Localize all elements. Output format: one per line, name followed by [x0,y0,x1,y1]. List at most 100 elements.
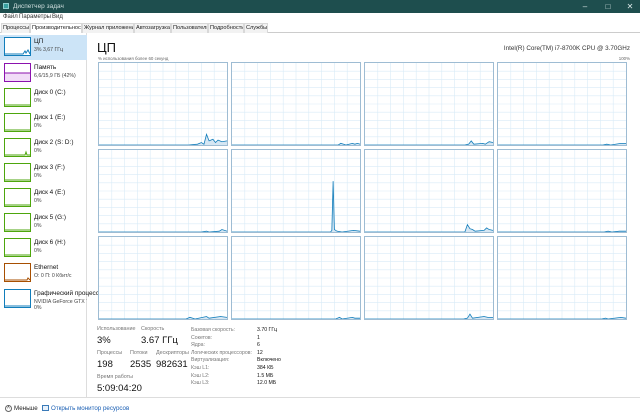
logical-processor-graph [98,236,228,320]
sidebar-item-value: 0% [34,198,42,204]
menu-file[interactable]: Файл [3,14,18,20]
logical-processor-graph [497,149,627,233]
minimize-icon[interactable]: – [579,1,591,12]
cpu-model: Intel(R) Core(TM) i7-8700K CPU @ 3.70GHz [503,45,630,52]
handles-label: Дескрипторы [156,350,189,356]
cpu-stats: Использование 3% Скорость 3.67 ГГц Проце… [97,326,637,396]
logical-processor-graph [497,62,627,146]
threads-label: Потоки [130,350,148,356]
graph-caption: % использования более 60 секунд [98,56,169,61]
spec-label: Базовая скорость: [191,327,235,333]
window-title: Диспетчер задач [13,3,64,10]
spec-value: Включено [257,357,281,364]
sidebar-item-value: 0% [34,223,42,229]
graph-max-label: 100% [618,56,630,61]
logical-processor-graph [231,62,361,146]
cpu-panel: ЦП Intel(R) Core(TM) i7-8700K CPU @ 3.70… [88,33,640,397]
task-manager-window: Диспетчер задач – □ ✕ Файл Параметры Вид… [0,0,640,418]
close-icon[interactable]: ✕ [624,1,636,12]
sidebar-item-value: 0% [34,148,42,154]
monitor-icon [42,405,49,412]
maximize-icon[interactable]: □ [602,1,614,12]
tab-app-history[interactable]: Журнал приложений [82,23,134,33]
sidebar-item-label: Диск 0 (C:) [34,89,66,96]
sidebar-item-value: 6,6/15,9 ГБ (42%) [34,73,76,79]
spec-label: Кэш L2: [191,372,210,379]
spec-value: 1 [257,334,260,341]
logical-processor-graph [364,149,494,233]
sidebar-item-label: Диск 6 (H:) [34,239,66,246]
disk-graph-icon [4,138,31,157]
tab-processes[interactable]: Процессы [1,23,30,33]
sidebar-item-value: 3% 3,67 ГГц [34,47,64,53]
spec-value: 1.5 МБ [257,372,274,379]
sidebar-item[interactable]: Диск 4 (E:) 0% [0,186,87,211]
logical-processor-graph [231,149,361,233]
tab-details[interactable]: Подробности [208,23,244,33]
spec-label: Кэш L3: [191,380,210,387]
logical-processor-graph [98,149,228,233]
logical-processor-graph [364,62,494,146]
processes-label: Процессы [97,350,123,356]
fewer-details-label: Меньше [14,405,38,413]
sidebar-item-label: Диск 5 (G:) [34,214,66,221]
disk-graph-icon [4,213,31,232]
spec-label: Ядра: [191,342,205,349]
uptime-label: Время работы [97,374,134,380]
disk-graph-icon [4,113,31,132]
sidebar-item-value: 0% [34,173,42,179]
sidebar-item-label: Диск 4 (E:) [34,189,66,196]
sidebar-item-label: Ethernet [34,264,59,271]
sidebar-item-label: ЦП [34,38,44,45]
sidebar-item[interactable]: Диск 5 (G:) 0% [0,211,87,236]
cpu-graph-icon [4,37,31,56]
sidebar-item-label: Диск 2 (S: D:) [34,139,74,146]
sidebar-item[interactable]: Ethernet О: 0 П: 0 Кбит/с [0,261,87,286]
sidebar-item[interactable]: Графический процессор NVIDIA GeForce GTX … [0,287,106,312]
spec-label: Кэш L1: [191,365,210,371]
sidebar-item[interactable]: Память 6,6/15,9 ГБ (42%) [0,61,87,86]
utilization-value: 3% [97,335,111,346]
uptime-value: 5:09:04:20 [97,383,142,394]
spec-label: Виртуализация: [191,357,230,364]
spec-value: 12 [257,349,263,356]
logical-processor-graph [231,236,361,320]
resource-monitor-label: Открыть монитор ресурсов [51,405,130,412]
logical-processor-graph [98,62,228,146]
spec-value: 12.0 МБ [257,380,277,387]
sidebar-item[interactable]: Диск 3 (F:) 0% [0,161,87,186]
sidebar-item-label: Диск 1 (E:) [34,114,66,121]
gpu-graph-icon [4,289,31,308]
logical-processor-graphs[interactable] [98,62,628,325]
chevron-up-icon: ˄ [5,405,12,412]
sidebar-item-value: О: 0 П: 0 Кбит/с [34,273,72,279]
disk-graph-icon [4,163,31,182]
sidebar-item-value: 0% [34,98,42,104]
sidebar-item[interactable]: ЦП 3% 3,67 ГГц [0,35,87,60]
handles-value: 982631 [156,359,188,370]
tab-startup[interactable]: Автозагрузка [134,23,171,33]
fewer-details-button[interactable]: ˄ Меньше [5,405,38,412]
sidebar-item-value-2: 0% [34,305,42,311]
sidebar-item-label: Память [34,64,57,71]
page-title: ЦП [97,40,116,55]
tab-users[interactable]: Пользователи [171,23,208,33]
sidebar-item[interactable]: Диск 0 (C:) 0% [0,86,87,111]
disk-graph-icon [4,238,31,257]
open-resource-monitor-link[interactable]: Открыть монитор ресурсов [42,405,129,412]
logical-processor-graph [364,236,494,320]
speed-value: 3.67 ГГц [141,335,178,346]
sidebar-item[interactable]: Диск 2 (S: D:) 0% [0,136,87,161]
menu-options[interactable]: Параметры [19,14,51,20]
spec-label: Сокетов: [191,334,213,341]
sidebar-item[interactable]: Диск 1 (E:) 0% [0,111,87,136]
network-graph-icon [4,263,31,282]
tab-services[interactable]: Службы [244,23,268,33]
spec-value: 3.70 ГГц [257,327,278,333]
title-bar[interactable]: Диспетчер задач – □ ✕ [0,0,640,13]
processes-value: 198 [97,359,113,370]
menu-view[interactable]: Вид [52,14,63,20]
utilization-label: Использование [97,326,136,332]
sidebar-item[interactable]: Диск 6 (H:) 0% [0,236,87,261]
spec-value: 6 [257,342,260,349]
